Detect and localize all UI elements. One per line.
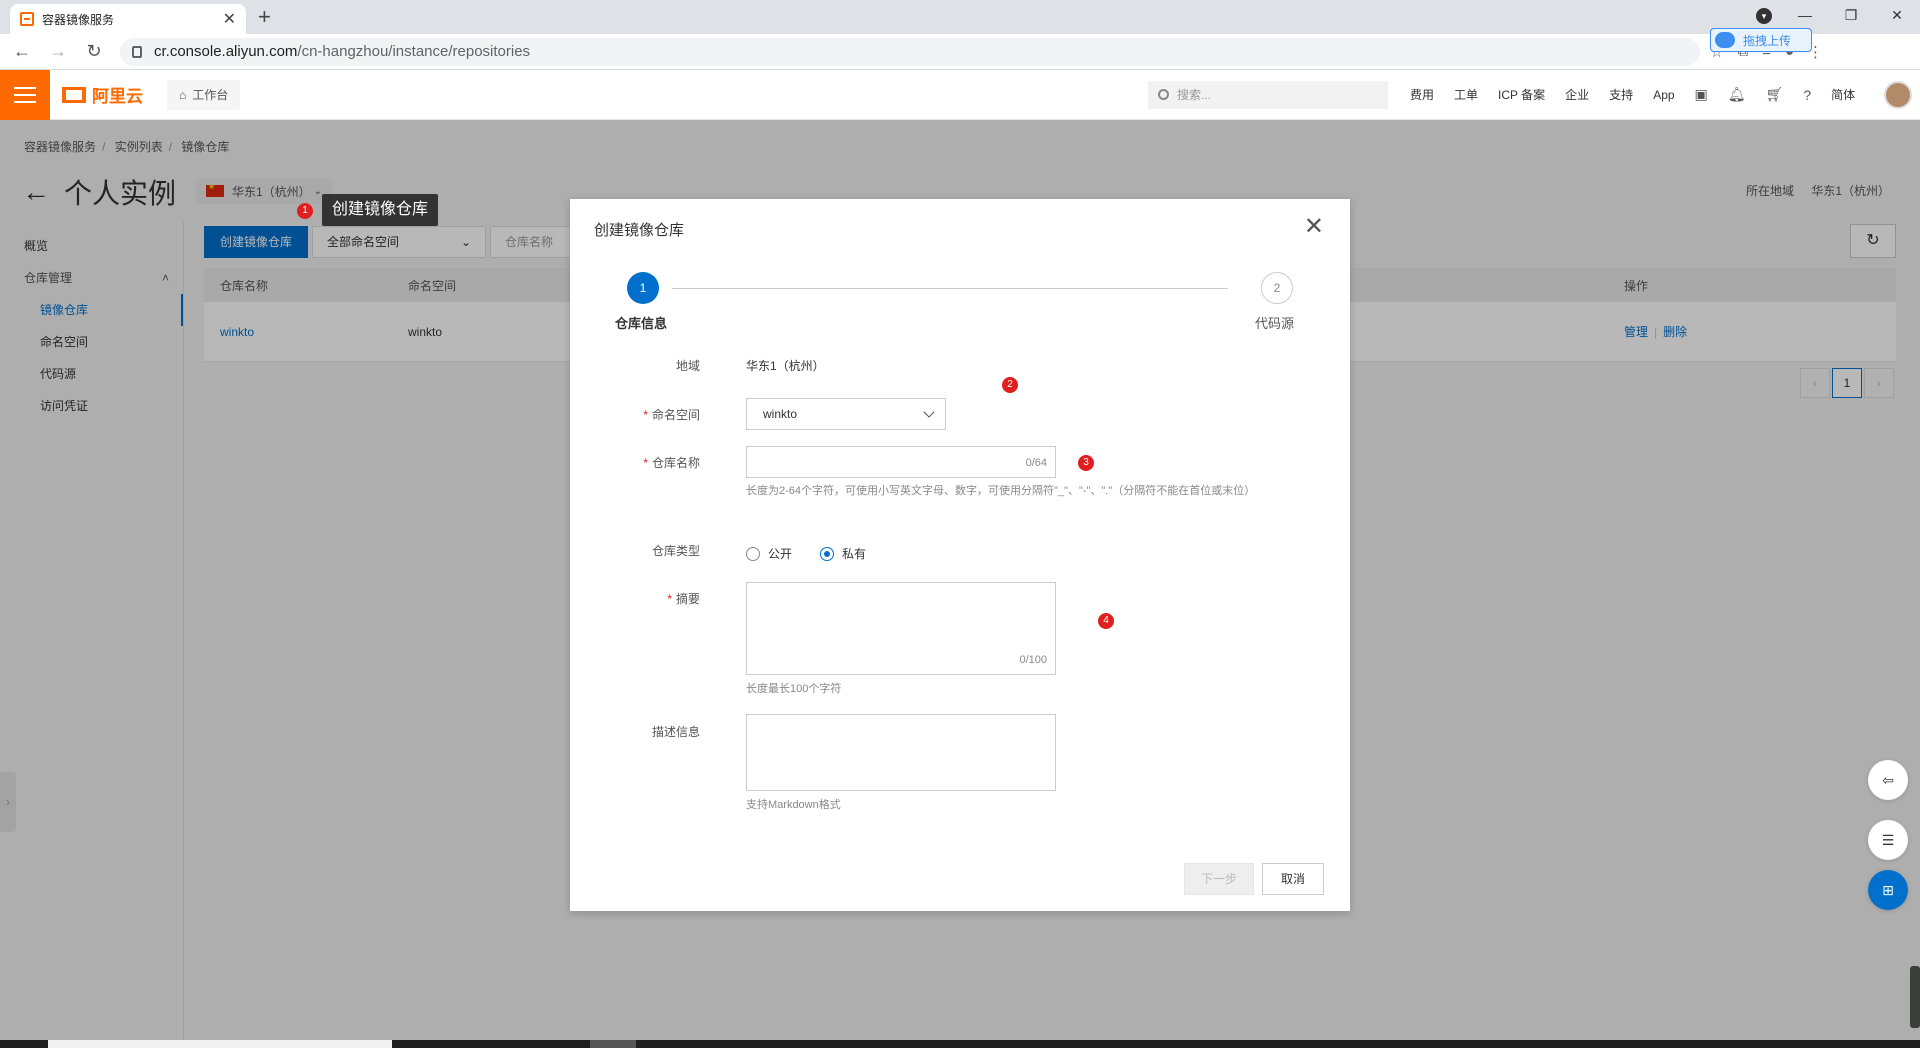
- summary-counter: 0/100: [1019, 654, 1047, 666]
- cart-icon[interactable]: 🛒︎: [1766, 86, 1784, 103]
- step-2-label: 代码源: [1255, 316, 1295, 331]
- browser-tabstrip: 容器镜像服务 ✕ + ▾ — ❐ ✕: [0, 0, 1920, 34]
- chevron-down-icon: [923, 406, 935, 418]
- back-icon[interactable]: ←: [8, 41, 36, 62]
- upload-label: 拖拽上传: [1743, 33, 1792, 48]
- avatar[interactable]: [1884, 80, 1912, 109]
- aliyun-logo-icon: [62, 86, 86, 103]
- chat-icon[interactable]: ☰: [1868, 820, 1908, 860]
- lock-icon: [132, 45, 142, 58]
- close-icon[interactable]: ✕: [1304, 215, 1324, 239]
- summary-help: 长度最长100个字符: [746, 683, 842, 695]
- annotation-marker: 3: [1078, 455, 1094, 471]
- workbench-button[interactable]: ⌂ 工作台: [167, 79, 241, 110]
- tab-search-icon[interactable]: ▾: [1756, 8, 1772, 24]
- namespace-select-value: winkto: [763, 407, 798, 421]
- radio-public[interactable]: [746, 546, 760, 561]
- window-close-icon[interactable]: ✕: [1874, 0, 1920, 30]
- help-icon[interactable]: ?: [1803, 87, 1811, 103]
- console-topbar: 阿里云 ⌂ 工作台 搜索... 费用 工单 ICP 备案 企业 支持 App ▣…: [0, 69, 1920, 120]
- repo-name-counter: 0/64: [1025, 457, 1047, 469]
- radio-public-label: 公开: [768, 547, 793, 561]
- summary-label-text: 摘要: [675, 592, 700, 606]
- browser-toolbar: ← → ↻ cr.console.aliyun.com/cn-hangzhou/…: [0, 34, 1920, 70]
- os-taskbar: [0, 1040, 1920, 1048]
- step-1-indicator: 1: [627, 272, 659, 304]
- radio-private[interactable]: [820, 546, 835, 561]
- step-2-indicator: 2: [1261, 272, 1293, 304]
- taskbar-search-box[interactable]: [48, 1040, 392, 1048]
- annotation-marker: 4: [1098, 613, 1114, 629]
- repo-type-private-option[interactable]: 私有: [820, 545, 866, 562]
- console-search-input[interactable]: 搜索...: [1148, 80, 1388, 109]
- tooltip: 创建镜像仓库: [322, 194, 439, 226]
- console-nav: 费用 工单 ICP 备案 企业 支持 App ▣ 🔔︎ 🛒︎ ? 简体: [1410, 86, 1855, 103]
- apps-grid-icon[interactable]: ⊞: [1868, 870, 1908, 910]
- summary-field-label: * 摘要: [667, 592, 700, 606]
- cancel-button[interactable]: 取消: [1262, 863, 1324, 895]
- step-connector: [672, 288, 1228, 289]
- step-1-label: 仓库信息: [615, 316, 668, 331]
- cloud-icon: [1715, 32, 1735, 48]
- url-host: cr.console.aliyun.com: [154, 43, 298, 60]
- nav-billing[interactable]: 费用: [1410, 86, 1434, 103]
- namespace-field-label: * 命名空间: [643, 408, 700, 422]
- annotation-marker: 2: [1002, 377, 1018, 393]
- window-controls: — ❐ ✕: [1782, 0, 1920, 30]
- summary-textarea[interactable]: 0/100: [746, 582, 1056, 675]
- search-placeholder: 搜索...: [1177, 88, 1212, 102]
- nav-app[interactable]: App: [1653, 88, 1674, 102]
- restore-icon[interactable]: ❐: [1828, 0, 1874, 30]
- aliyun-favicon-icon: [20, 12, 34, 26]
- upload-extension-badge[interactable]: 拖拽上传: [1710, 28, 1812, 52]
- terminal-icon[interactable]: ▣: [1695, 86, 1708, 103]
- radio-private-label: 私有: [842, 547, 867, 561]
- nav-icp[interactable]: ICP 备案: [1498, 86, 1545, 103]
- description-help: 支持Markdown格式: [746, 799, 841, 811]
- search-icon: [1158, 89, 1169, 100]
- nav-enterprise[interactable]: 企业: [1565, 86, 1589, 103]
- workbench-label: 工作台: [192, 88, 229, 102]
- repo-name-label-text: 仓库名称: [651, 456, 700, 470]
- menu-icon[interactable]: [0, 69, 50, 120]
- repo-type-radio-group: 公开 私有: [746, 545, 894, 562]
- repo-type-public-option[interactable]: 公开: [746, 545, 792, 562]
- annotation-marker: 1: [297, 203, 313, 219]
- repo-name-input[interactable]: 0/64: [746, 446, 1056, 478]
- taskbar-app[interactable]: [590, 1040, 636, 1048]
- repo-type-field-label: 仓库类型: [651, 544, 700, 558]
- url-path: /cn-hangzhou/instance/repositories: [297, 43, 531, 60]
- scrollbar[interactable]: [1910, 966, 1920, 1028]
- minimize-icon[interactable]: —: [1782, 0, 1828, 30]
- repo-name-help: 长度为2-64个字符，可使用小写英文字母、数字，可使用分隔符"_"、"-"、".…: [746, 485, 1256, 497]
- namespace-label-text: 命名空间: [651, 408, 700, 422]
- namespace-select[interactable]: winkto: [746, 398, 946, 430]
- reload-icon[interactable]: ↻: [80, 41, 108, 62]
- nav-support[interactable]: 支持: [1609, 86, 1633, 103]
- aliyun-logo[interactable]: 阿里云: [62, 82, 143, 107]
- tab-title: 容器镜像服务: [42, 12, 115, 27]
- logo-text: 阿里云: [92, 87, 143, 106]
- new-tab-button[interactable]: +: [258, 4, 271, 30]
- region-field-label: 地域: [675, 359, 700, 373]
- next-step-button[interactable]: 下一步: [1184, 863, 1254, 895]
- nav-ticket[interactable]: 工单: [1454, 86, 1478, 103]
- create-repo-dialog: 创建镜像仓库 ✕ 1 2 仓库信息 代码源 地域 华东1（杭州） 2 * 命名空间…: [570, 199, 1350, 911]
- home-icon: ⌂: [179, 87, 187, 102]
- feedback-icon[interactable]: ⇦: [1868, 760, 1908, 800]
- browser-tab[interactable]: 容器镜像服务 ✕: [10, 4, 246, 34]
- dialog-title: 创建镜像仓库: [594, 222, 685, 239]
- tab-close-icon[interactable]: ✕: [223, 9, 236, 29]
- forward-icon[interactable]: →: [44, 41, 72, 62]
- dialog-buttons: 下一步 取消: [1184, 863, 1324, 895]
- repo-name-field-label: * 仓库名称: [643, 456, 700, 470]
- address-bar[interactable]: cr.console.aliyun.com/cn-hangzhou/instan…: [120, 37, 1700, 66]
- bell-icon[interactable]: 🔔︎: [1728, 86, 1746, 103]
- region-field-value: 华东1（杭州）: [746, 359, 825, 373]
- language-switch[interactable]: 简体: [1831, 86, 1855, 103]
- description-textarea[interactable]: [746, 714, 1056, 791]
- description-field-label: 描述信息: [651, 725, 700, 739]
